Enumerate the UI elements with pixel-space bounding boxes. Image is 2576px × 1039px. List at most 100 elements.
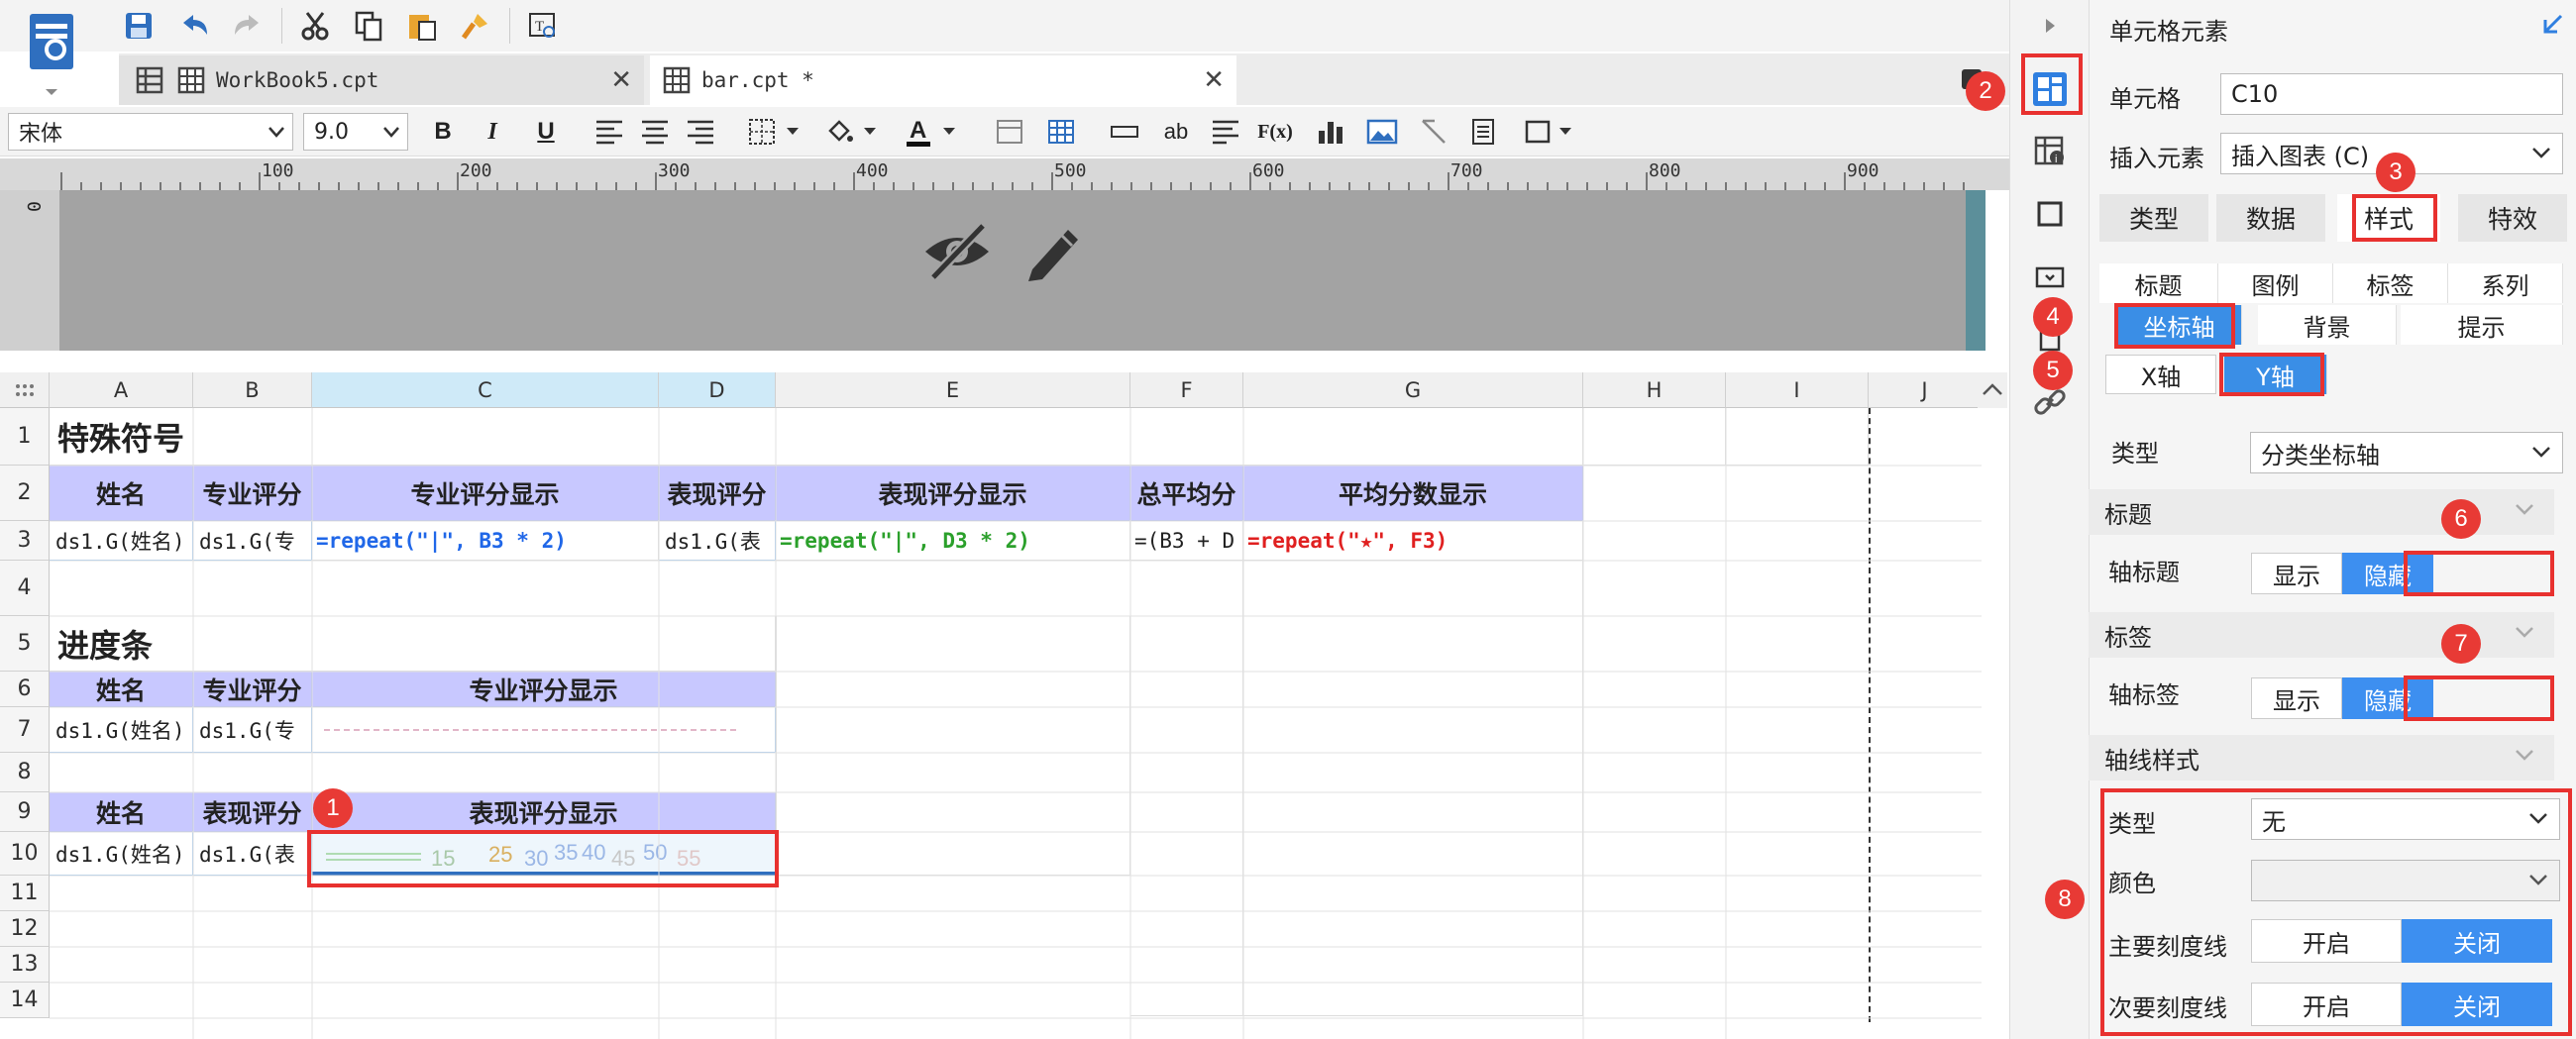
- tab-type[interactable]: 类型: [2099, 194, 2208, 242]
- save-icon[interactable]: [119, 6, 159, 46]
- font-size-select[interactable]: 9.0: [303, 113, 408, 151]
- file-tab-bar: WorkBook5.cpt ✕ bar.cpt * ✕: [119, 53, 2011, 105]
- tab-x-axis[interactable]: X轴: [2105, 355, 2216, 394]
- paragraph-icon[interactable]: [1207, 113, 1244, 151]
- tab-data[interactable]: 数据: [2216, 194, 2325, 242]
- subtab-title[interactable]: 标题: [2099, 263, 2218, 303]
- chart-icon[interactable]: [1312, 113, 1349, 151]
- row-header[interactable]: 12: [0, 911, 50, 947]
- tab-bar-cpt[interactable]: bar.cpt * ✕: [650, 55, 1236, 105]
- axis-title-show-button[interactable]: 显示: [2251, 553, 2342, 594]
- row-header[interactable]: 14: [0, 983, 50, 1018]
- align-right-icon[interactable]: [682, 113, 719, 151]
- text-tool-button[interactable]: ab: [1157, 113, 1195, 151]
- axis-label-show-button[interactable]: 显示: [2251, 677, 2342, 719]
- row-header[interactable]: 5: [0, 616, 50, 672]
- format-painter-icon[interactable]: [456, 6, 495, 46]
- chevron-down-icon[interactable]: [937, 113, 961, 151]
- row-header[interactable]: 10: [0, 832, 50, 876]
- italic-button[interactable]: I: [474, 113, 511, 151]
- undo-icon[interactable]: [174, 6, 214, 46]
- row-header[interactable]: 7: [0, 707, 50, 753]
- section-title[interactable]: 标题: [2089, 489, 2554, 535]
- step-badge: 4: [2033, 297, 2073, 337]
- expand-right-icon[interactable]: [2030, 6, 2070, 46]
- pencil-icon[interactable]: [1022, 218, 1086, 289]
- underline-button[interactable]: U: [527, 113, 565, 151]
- subtab-background[interactable]: 背景: [2258, 305, 2397, 345]
- row-header[interactable]: 13: [0, 947, 50, 983]
- chevron-down-icon[interactable]: [781, 113, 805, 151]
- font-family-value: 宋体: [19, 122, 63, 147]
- subtab-legend[interactable]: 图例: [2218, 263, 2333, 303]
- redo-icon[interactable]: [228, 6, 268, 46]
- chevron-down-icon: [2532, 148, 2550, 158]
- row-header[interactable]: 2: [0, 466, 50, 521]
- annotation-box: [2352, 194, 2437, 242]
- frame-icon[interactable]: [2030, 194, 2070, 234]
- insert-element-value: 插入图表 (C): [2231, 142, 2370, 170]
- border-icon[interactable]: [743, 113, 781, 151]
- section-label[interactable]: 标签: [2089, 612, 2554, 658]
- header-resize-bar[interactable]: [1966, 190, 1986, 351]
- cell-attribute-icon[interactable]: i: [2030, 131, 2070, 170]
- subreport-icon[interactable]: [1464, 113, 1502, 151]
- vertical-ruler: 0: [0, 190, 59, 351]
- subtab-tooltip[interactable]: 提示: [2401, 305, 2563, 345]
- annotation-box: [307, 830, 779, 887]
- designer-pane: T WorkBook5.cpt ✕ bar.cpt * ✕ 宋体 9.0 B I…: [0, 0, 2011, 1039]
- subtab-label[interactable]: 标签: [2333, 263, 2448, 303]
- copy-icon[interactable]: [349, 6, 388, 46]
- row-header[interactable]: 3: [0, 521, 50, 561]
- image-icon[interactable]: [1363, 113, 1401, 151]
- text-search-icon[interactable]: T: [523, 6, 563, 46]
- cell-field[interactable]: C10: [2220, 73, 2563, 115]
- chevron-down-icon[interactable]: [1554, 113, 1577, 151]
- cut-icon[interactable]: [295, 6, 335, 46]
- chevron-down-icon[interactable]: [858, 113, 882, 151]
- fill-color-icon[interactable]: [820, 113, 858, 151]
- align-center-icon[interactable]: [636, 113, 674, 151]
- row-header[interactable]: 4: [0, 561, 50, 616]
- widget-panel-icon[interactable]: [2030, 258, 2070, 297]
- panel-title: 单元格元素: [2109, 18, 2228, 46]
- svg-text:A: A: [910, 117, 926, 144]
- align-left-icon[interactable]: [590, 113, 628, 151]
- merge-cells-icon[interactable]: [991, 113, 1028, 151]
- widget-icon[interactable]: [1520, 113, 1557, 151]
- tab-effects[interactable]: 特效: [2458, 194, 2567, 242]
- step-badge: 5: [2033, 351, 2073, 390]
- row-header[interactable]: 1: [0, 408, 50, 466]
- subtab-series[interactable]: 系列: [2448, 263, 2563, 303]
- tab-workbook5[interactable]: WorkBook5.cpt ✕: [119, 55, 644, 105]
- eye-slash-icon[interactable]: [921, 220, 993, 289]
- annotation-box: [2404, 675, 2554, 721]
- formula-button[interactable]: F(x): [1256, 113, 1294, 151]
- paste-icon[interactable]: [402, 6, 442, 46]
- section-title-label: 标题: [2104, 500, 2152, 529]
- step-badge: 8: [2045, 880, 2085, 919]
- close-icon[interactable]: ✕: [1203, 65, 1225, 95]
- collapse-arrow-icon[interactable]: [2537, 12, 2565, 40]
- insert-row-icon[interactable]: [1106, 113, 1143, 151]
- font-color-icon[interactable]: A: [900, 113, 937, 151]
- row-header[interactable]: 9: [0, 792, 50, 832]
- grid-icon: [136, 66, 163, 94]
- close-icon[interactable]: ✕: [610, 65, 632, 95]
- chevron-down-icon: [2516, 627, 2533, 638]
- annotation-box: [2100, 788, 2572, 1036]
- row-header[interactable]: 6: [0, 672, 50, 707]
- chevron-down-icon: [2516, 504, 2533, 515]
- font-family-select[interactable]: 宋体: [8, 113, 293, 151]
- app-logo[interactable]: [18, 10, 85, 95]
- axis-type-select[interactable]: 分类坐标轴: [2250, 432, 2563, 473]
- section-axis-line-style[interactable]: 轴线样式: [2089, 735, 2554, 780]
- slash-icon[interactable]: [1415, 113, 1452, 151]
- scroll-up-icon[interactable]: [1978, 372, 2007, 408]
- row-header[interactable]: 11: [0, 876, 50, 911]
- bold-button[interactable]: B: [424, 113, 462, 151]
- table-icon[interactable]: [1042, 113, 1080, 151]
- annotation-box: [2114, 303, 2235, 349]
- grid-corner-icon[interactable]: [0, 372, 50, 408]
- row-header[interactable]: 8: [0, 753, 50, 792]
